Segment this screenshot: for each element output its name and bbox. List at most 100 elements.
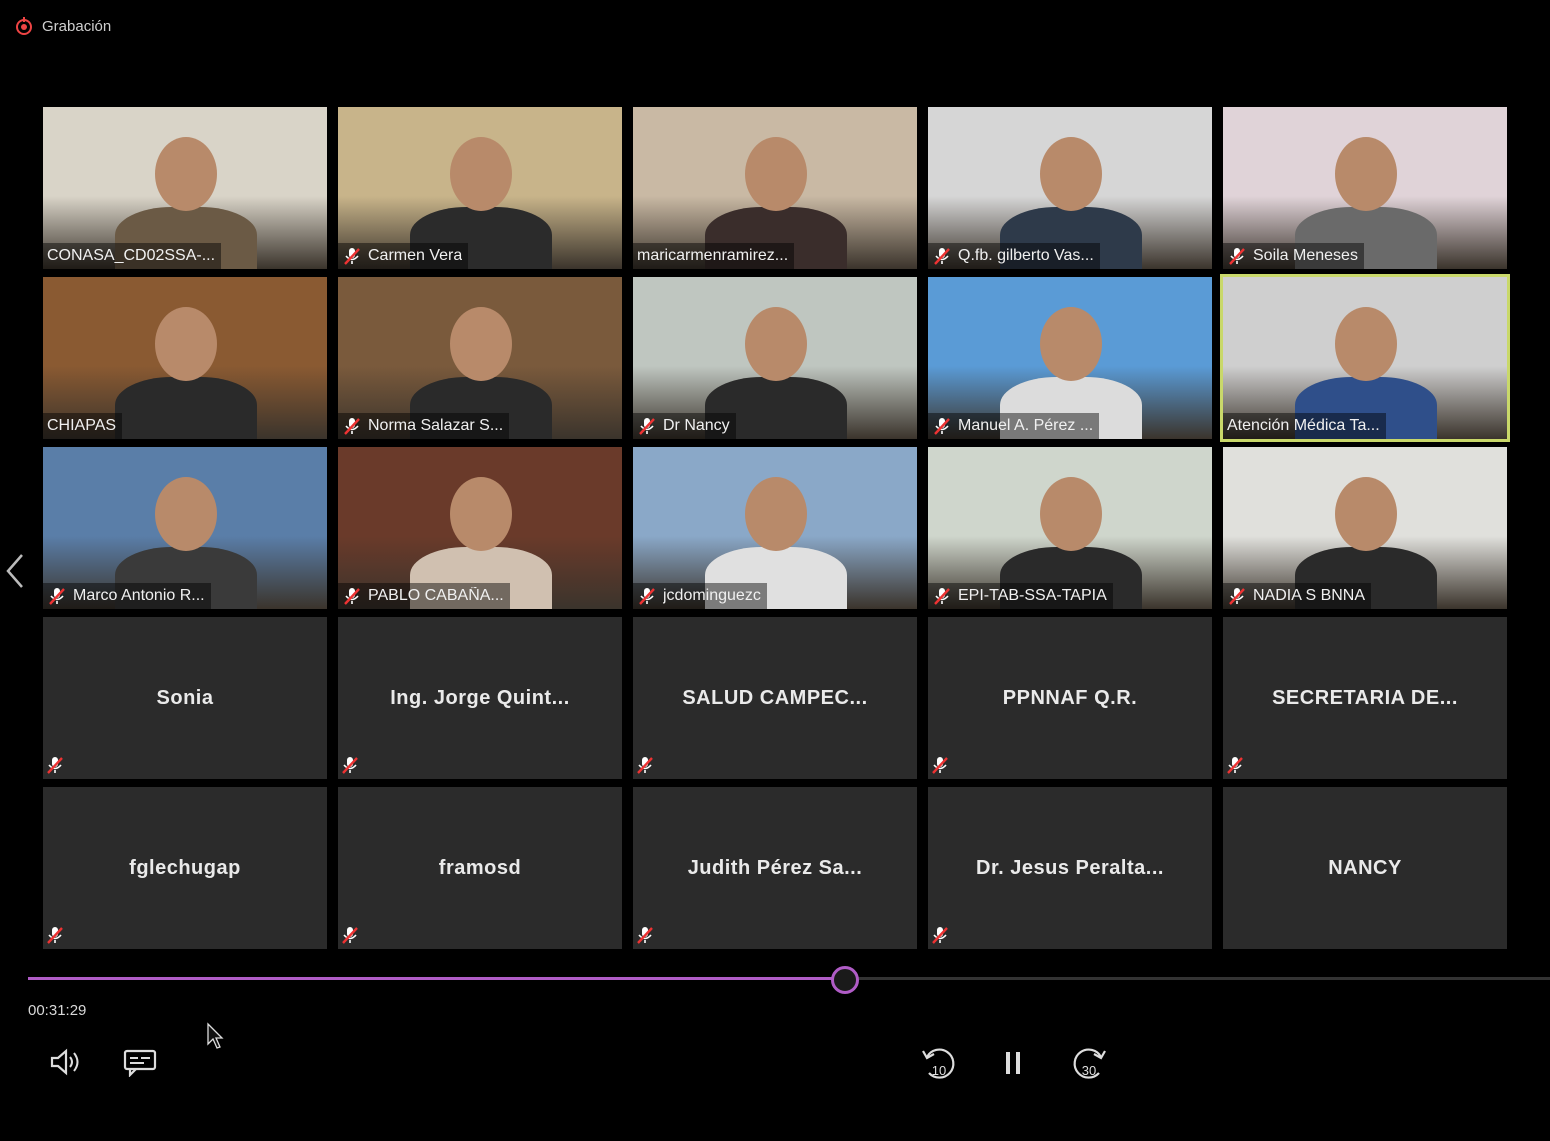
svg-text:10: 10: [932, 1063, 946, 1078]
person-head: [1335, 307, 1397, 381]
participant-name: PABLO CABAÑA...: [368, 587, 504, 604]
mic-muted-icon: [47, 927, 63, 944]
pause-icon: [1006, 1052, 1020, 1074]
participant-name: Carmen Vera: [368, 247, 463, 264]
participant-name-strip: EPI-TAB-SSA-TAPIA: [928, 583, 1113, 609]
participant-tile[interactable]: CHIAPAS: [43, 277, 327, 439]
participant-tile[interactable]: Atención Médica Ta...: [1220, 274, 1510, 442]
person-head: [155, 477, 217, 551]
participant-tile[interactable]: Dr. Jesus Peralta...: [928, 787, 1212, 949]
participant-tile[interactable]: Marco Antonio R...: [43, 447, 327, 609]
participant-name-strip: CONASA_CD02SSA-...: [43, 243, 222, 269]
participant-name-strip: Atención Médica Ta...: [1223, 413, 1386, 439]
forward-30-button[interactable]: 30: [1066, 1040, 1112, 1086]
mouse-cursor-icon: [207, 1022, 224, 1049]
participant-name: Dr Nancy: [663, 417, 730, 434]
recording-indicator: Grabación: [14, 12, 111, 40]
captions-button[interactable]: [120, 1044, 160, 1080]
person-head: [450, 477, 512, 551]
participant-tile[interactable]: framosd: [338, 787, 622, 949]
mic-muted-icon: [637, 757, 653, 774]
participant-name: framosd: [438, 857, 522, 879]
participant-tile[interactable]: Norma Salazar S...: [338, 277, 622, 439]
participant-tile[interactable]: SECRETARIA DE...: [1223, 617, 1507, 779]
participant-name: Dr. Jesus Peralta...: [976, 857, 1164, 879]
forward-30-icon: 30: [1073, 1048, 1106, 1079]
participant-name-strip: maricarmenramirez...: [633, 243, 795, 269]
participant-name-strip: PABLO CABAÑA...: [338, 583, 510, 609]
volume-button[interactable]: [46, 1044, 86, 1080]
rewind-10-icon: 10: [922, 1048, 955, 1079]
recording-label: Grabación: [42, 17, 112, 35]
participant-name-strip: Soila Meneses: [1223, 243, 1364, 269]
mic-muted-icon: [639, 418, 655, 435]
person-head: [450, 307, 512, 381]
participant-tile[interactable]: Judith Pérez Sa...: [633, 787, 917, 949]
participant-name-strip: Manuel A. Pérez ...: [928, 413, 1100, 439]
mic-muted-icon: [344, 248, 360, 265]
participant-tile[interactable]: fglechugap: [43, 787, 327, 949]
mic-muted-icon: [47, 757, 63, 774]
mic-muted-icon: [49, 588, 65, 605]
mic-muted-icon: [1229, 588, 1245, 605]
participant-tile[interactable]: PPNNAF Q.R.: [928, 617, 1212, 779]
captions-icon: [123, 1049, 157, 1077]
mic-muted-icon: [1229, 248, 1245, 265]
participant-tile[interactable]: Ing. Jorge Quint...: [338, 617, 622, 779]
participant-tile[interactable]: NANCY: [1223, 787, 1507, 949]
participant-tile[interactable]: NADIA S BNNA: [1223, 447, 1507, 609]
progress-slider[interactable]: [28, 966, 1550, 994]
participant-tile[interactable]: Sonia: [43, 617, 327, 779]
mic-muted-icon: [934, 588, 950, 605]
person-head: [450, 137, 512, 211]
mic-muted-icon: [934, 418, 950, 435]
participant-tile[interactable]: SALUD CAMPEC...: [633, 617, 917, 779]
participant-tile[interactable]: Carmen Vera: [338, 107, 622, 269]
participant-name: Judith Pérez Sa...: [687, 857, 863, 879]
progress-filled: [28, 977, 846, 980]
participant-name-strip: jcdominguezc: [633, 583, 767, 609]
participant-name: maricarmenramirez...: [637, 247, 789, 264]
participant-name: Sonia: [156, 687, 214, 709]
participant-name: SECRETARIA DE...: [1272, 687, 1458, 709]
participant-tile[interactable]: Manuel A. Pérez ...: [928, 277, 1212, 439]
participant-tile[interactable]: CONASA_CD02SSA-...: [43, 107, 327, 269]
progress-thumb[interactable]: [831, 966, 860, 994]
participant-name: EPI-TAB-SSA-TAPIA: [958, 587, 1107, 604]
participant-tile[interactable]: EPI-TAB-SSA-TAPIA: [928, 447, 1212, 609]
recording-icon: [16, 17, 32, 35]
participant-name: fglechugap: [129, 857, 241, 879]
person-head: [745, 307, 807, 381]
participant-name: Manuel A. Pérez ...: [958, 417, 1094, 434]
participant-tile[interactable]: PABLO CABAÑA...: [338, 447, 622, 609]
pause-button[interactable]: [994, 1042, 1034, 1084]
person-head: [155, 307, 217, 381]
participant-tile[interactable]: Dr Nancy: [633, 277, 917, 439]
person-head: [155, 137, 217, 211]
participant-name: Atención Médica Ta...: [1227, 417, 1380, 434]
mic-muted-icon: [344, 588, 360, 605]
volume-icon: [50, 1048, 79, 1076]
chevron-left-icon[interactable]: [4, 552, 26, 590]
participant-name: Norma Salazar S...: [368, 417, 504, 434]
participant-name: Ing. Jorge Quint...: [390, 687, 570, 709]
participant-tile[interactable]: maricarmenramirez...: [633, 107, 917, 269]
participant-name: SALUD CAMPEC...: [682, 687, 868, 709]
mic-muted-icon: [344, 418, 360, 435]
mic-muted-icon: [639, 588, 655, 605]
mic-muted-icon: [934, 248, 950, 265]
mic-muted-icon: [342, 757, 358, 774]
participant-name: CHIAPAS: [47, 417, 117, 434]
mic-muted-icon: [932, 757, 948, 774]
participant-tile[interactable]: Soila Meneses: [1223, 107, 1507, 269]
participant-tile[interactable]: Q.fb. gilberto Vas...: [928, 107, 1212, 269]
person-head: [1335, 477, 1397, 551]
participant-name-strip: NADIA S BNNA: [1223, 583, 1372, 609]
participant-tile[interactable]: jcdominguezc: [633, 447, 917, 609]
person-body: [115, 377, 257, 439]
person-head: [745, 477, 807, 551]
participant-name: NANCY: [1328, 857, 1402, 879]
mic-muted-icon: [637, 927, 653, 944]
rewind-10-button[interactable]: 10: [916, 1040, 962, 1086]
participant-name: NADIA S BNNA: [1253, 587, 1366, 604]
